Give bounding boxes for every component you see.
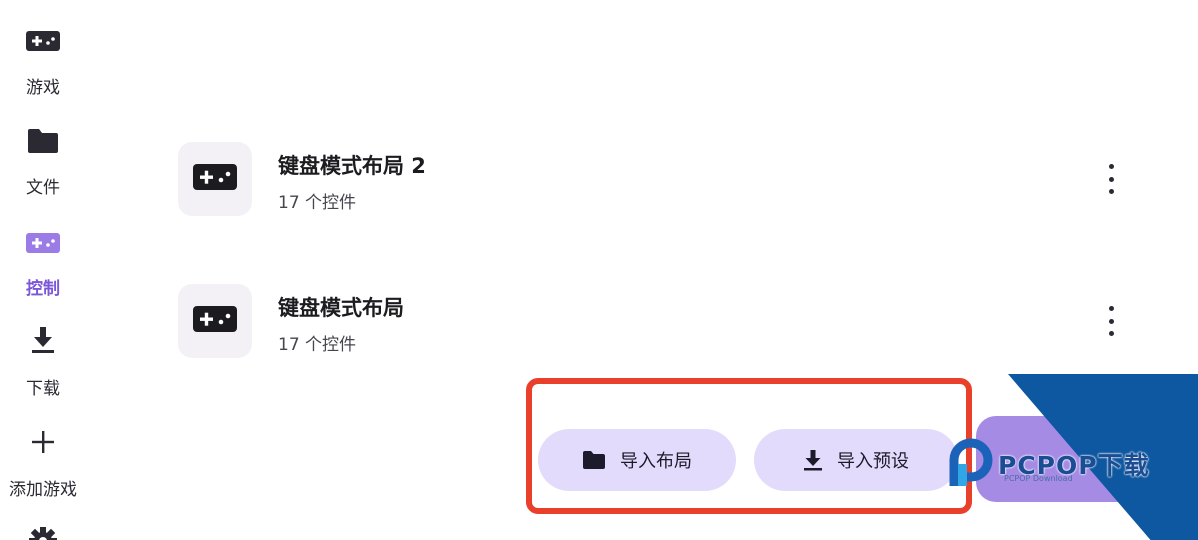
layout-control-count: 17 个控件 (278, 335, 357, 355)
sidebar-item-controls[interactable]: 控制 (0, 228, 86, 300)
sidebar-item-label: 游戏 (26, 78, 60, 98)
gamepad-icon (192, 163, 238, 195)
sidebar-item-files[interactable]: 文件 (0, 126, 86, 198)
more-options-icon[interactable] (1098, 306, 1124, 336)
sidebar-item-label: 下载 (26, 379, 60, 399)
plus-icon (0, 430, 86, 454)
folder-icon (0, 128, 86, 154)
layout-thumbnail (178, 142, 252, 216)
layout-thumbnail (178, 284, 252, 358)
gamepad-icon (0, 232, 86, 254)
layout-control-count: 17 个控件 (278, 193, 357, 213)
download-icon (0, 326, 86, 354)
more-options-icon[interactable] (1098, 164, 1124, 194)
layout-row[interactable]: 键盘模式布局 17 个控件 (178, 284, 1138, 360)
settings-icon (0, 526, 86, 540)
layout-row[interactable]: 键盘模式布局 2 17 个控件 (178, 142, 1138, 218)
gamepad-icon (192, 305, 238, 337)
sidebar-item-label: 添加游戏 (9, 480, 77, 500)
layout-title: 键盘模式布局 (278, 296, 404, 320)
sidebar-item-download[interactable]: 下载 (0, 324, 86, 399)
sidebar-item-games[interactable]: 游戏 (0, 26, 86, 98)
watermark-logo-icon (948, 436, 994, 494)
sidebar-item-label: 控制 (26, 279, 60, 299)
gamepad-icon (0, 30, 86, 52)
sidebar-item-label: 文件 (26, 178, 60, 198)
watermark-subtext: PCPOP Download (1004, 474, 1073, 483)
sidebar-item-add-game[interactable]: 添加游戏 (0, 428, 86, 500)
highlight-annotation-box (526, 378, 972, 514)
layout-title: 键盘模式布局 2 (278, 154, 426, 178)
sidebar-item-settings[interactable] (0, 524, 86, 540)
